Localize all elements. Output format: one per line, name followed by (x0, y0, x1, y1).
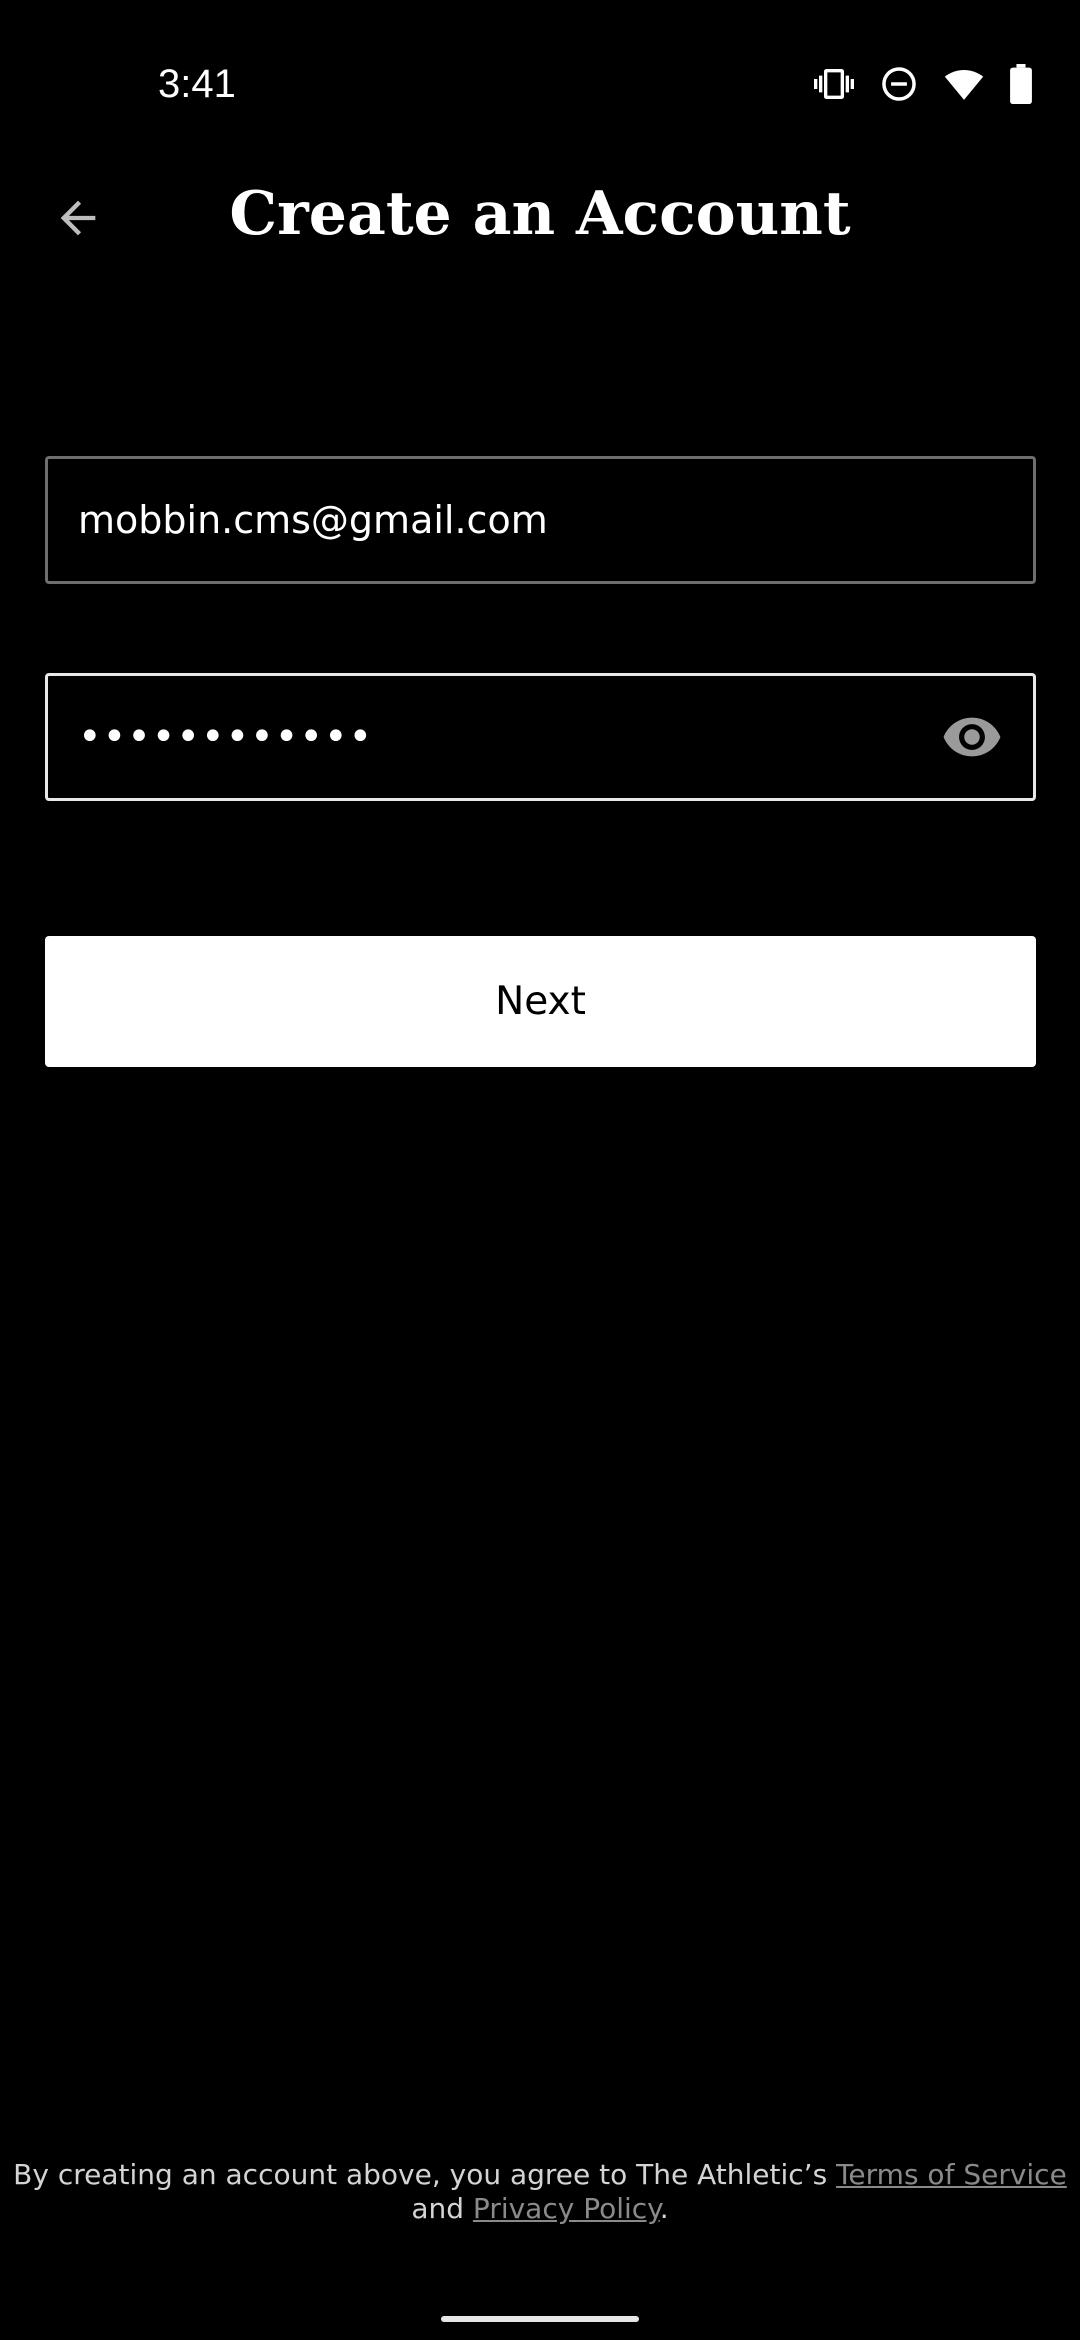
legal-line-2: and Privacy Policy. (0, 2192, 1080, 2226)
battery-icon (1010, 64, 1032, 104)
legal-line-1: By creating an account above, you agree … (0, 2158, 1080, 2192)
email-field[interactable]: mobbin.cms@gmail.com (45, 456, 1036, 584)
terms-of-service-link[interactable]: Terms of Service (836, 2158, 1067, 2191)
status-bar: 3:41 (0, 0, 1080, 170)
eye-icon (941, 706, 1003, 772)
next-button[interactable]: Next (45, 936, 1036, 1067)
privacy-policy-link[interactable]: Privacy Policy (473, 2192, 660, 2225)
password-field[interactable]: •••••••••••• (45, 673, 1036, 801)
legal-and: and (411, 2192, 473, 2225)
email-value: mobbin.cms@gmail.com (78, 498, 548, 542)
vibrate-icon (814, 64, 854, 104)
status-icons (814, 62, 1032, 106)
password-value: •••••••••••• (78, 714, 374, 760)
do-not-disturb-icon (880, 65, 918, 103)
home-indicator[interactable] (441, 2316, 639, 2322)
status-time: 3:41 (158, 62, 236, 106)
next-button-label: Next (495, 979, 586, 1024)
legal-suffix: . (659, 2192, 669, 2225)
header: Create an Account (0, 160, 1080, 270)
wifi-icon (944, 66, 984, 102)
legal-notice: By creating an account above, you agree … (0, 2158, 1080, 2226)
password-visibility-toggle[interactable] (941, 708, 1003, 770)
legal-prefix: By creating an account above, you agree … (13, 2158, 837, 2191)
page-title: Create an Account (229, 179, 851, 249)
